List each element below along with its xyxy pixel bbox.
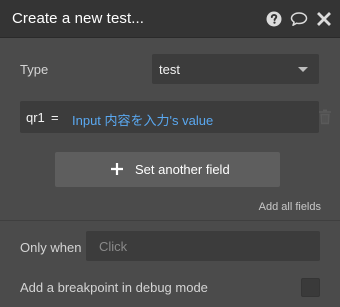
add-all-fields-link[interactable]: Add all fields	[259, 201, 321, 213]
only-when-placeholder: Click	[99, 239, 128, 254]
dialog-title: Create a new test...	[12, 10, 145, 27]
type-select-value: test	[159, 62, 180, 77]
type-select[interactable]: test	[152, 54, 319, 84]
close-icon[interactable]	[316, 11, 332, 27]
field-dynamic-value[interactable]: Input 内容を入力's value	[72, 110, 213, 129]
section-divider	[0, 220, 340, 221]
breakpoint-label: Add a breakpoint in debug mode	[20, 280, 208, 295]
create-test-dialog: Create a new test... Type test qr1 = Inp…	[0, 0, 340, 307]
dialog-title-bar: Create a new test...	[0, 0, 340, 38]
only-when-input[interactable]: Click	[86, 231, 320, 261]
field-key[interactable]: qr1	[26, 110, 45, 125]
plus-icon	[111, 163, 123, 175]
trash-icon[interactable]	[318, 109, 332, 125]
dropdown-arrow-icon	[298, 67, 308, 72]
help-icon[interactable]	[266, 11, 282, 27]
type-row: Type test	[0, 52, 340, 88]
breakpoint-checkbox[interactable]	[301, 278, 320, 297]
only-when-label: Only when	[20, 240, 82, 255]
set-another-field-button[interactable]: Set another field	[55, 152, 280, 187]
field-operator: =	[51, 110, 59, 125]
field-assignment-row[interactable]: qr1 = Input 内容を入力's value	[20, 101, 319, 133]
set-another-field-label: Set another field	[135, 162, 230, 177]
title-bar-icons	[266, 11, 332, 27]
comment-icon[interactable]	[290, 11, 308, 27]
type-label: Type	[20, 62, 49, 77]
